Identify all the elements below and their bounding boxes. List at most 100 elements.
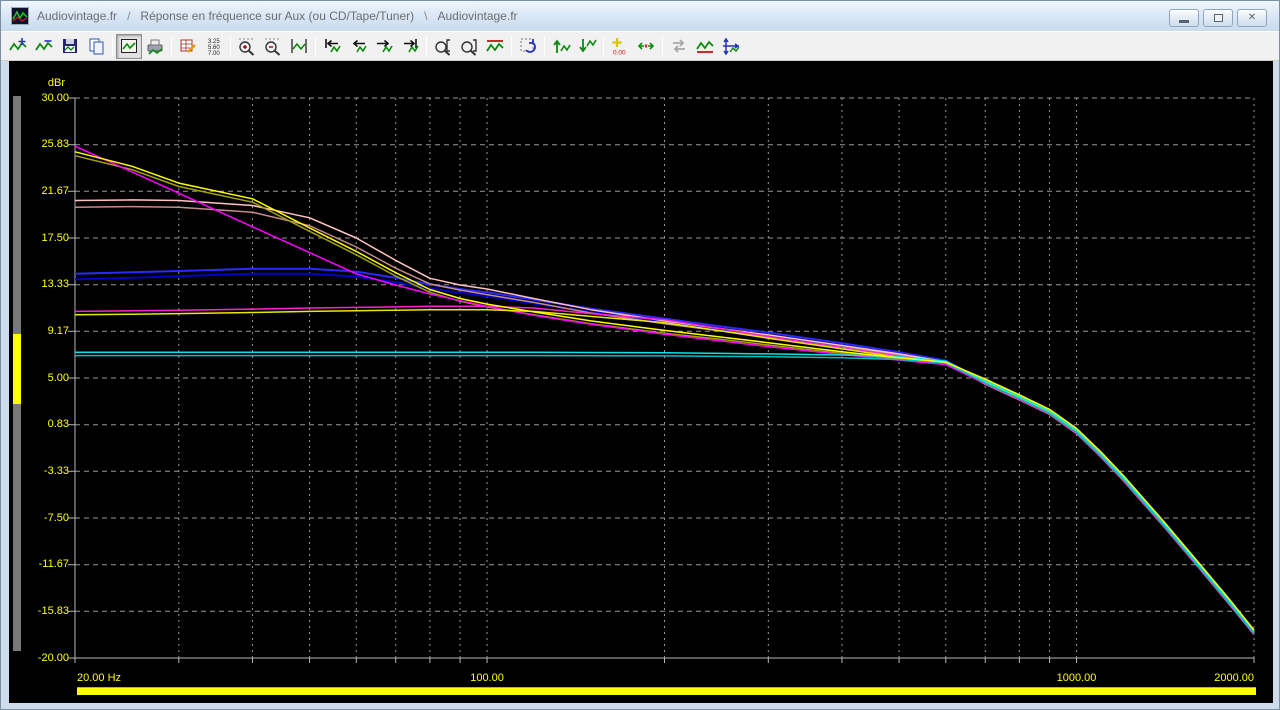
frequency-response-chart[interactable] (9, 61, 1273, 703)
go-next-icon (374, 36, 394, 56)
y-tick-label: -15.83 (9, 605, 69, 618)
title-bar[interactable]: Audiovintage.fr / Réponse en fréquence sur… (1, 1, 1279, 31)
baseline-curve-icon (695, 36, 715, 56)
plot-area[interactable]: dBr 30.0025.8321.6717.5013.339.175.000.8… (9, 61, 1273, 703)
save-curve-icon (60, 36, 80, 56)
show-graph-icon (119, 36, 139, 56)
close-button[interactable]: ✕ (1237, 9, 1267, 27)
shift-curve-up-icon (551, 36, 571, 56)
subtract-curve-icon (34, 36, 54, 56)
title-part-middle: Réponse en fréquence sur Aux (ou CD/Tape… (140, 9, 414, 23)
caption-buttons: ✕ (1169, 9, 1267, 27)
split-curves-icon (636, 36, 656, 56)
y-tick-label: 17.50 (9, 232, 69, 245)
shift-curve-down-icon (577, 36, 597, 56)
svg-text:0.00: 0.00 (613, 50, 626, 57)
title-separator-2: \ (424, 9, 427, 23)
split-curves-button[interactable] (633, 34, 659, 59)
x-tick-label: 2000.00 (1214, 672, 1254, 684)
app-icon (11, 7, 29, 25)
close-icon: ✕ (1248, 13, 1256, 23)
subtract-curve-button[interactable] (31, 34, 57, 59)
show-graph-button[interactable] (116, 34, 142, 59)
go-last-icon (400, 36, 420, 56)
add-offset-icon: 0.00 (610, 36, 630, 56)
y-tick-label: 5.00 (9, 372, 69, 385)
title-part-right: Audiovintage.fr (437, 9, 517, 23)
x-tick-label: 1000.00 (1057, 672, 1097, 684)
client-area: dBr 30.0025.8321.6717.5013.339.175.000.8… (1, 61, 1279, 709)
fit-curve-button[interactable] (286, 34, 312, 59)
zoom-select-right-icon (459, 36, 479, 56)
curve-bass-max-yellow (75, 152, 1254, 630)
edit-values-button[interactable] (175, 34, 201, 59)
go-first-icon (322, 36, 342, 56)
y-tick-label: 0.83 (9, 418, 69, 431)
edit-values-icon (178, 36, 198, 56)
baseline-curve-button[interactable] (692, 34, 718, 59)
minimize-icon (1179, 20, 1189, 23)
axis-settings-icon (721, 36, 741, 56)
toolbar-separator (426, 36, 427, 56)
zoom-in-horizontal-button[interactable] (234, 34, 260, 59)
y-tick-label: 30.00 (9, 92, 69, 105)
zoom-select-left-icon (433, 36, 453, 56)
print-graph-button[interactable] (142, 34, 168, 59)
shift-curve-up-button[interactable] (548, 34, 574, 59)
save-curve-button[interactable] (57, 34, 83, 59)
title-separator-1: / (127, 9, 130, 23)
minimize-button[interactable] (1169, 9, 1199, 27)
app-window: Audiovintage.fr / Réponse en fréquence sur… (0, 0, 1280, 710)
y-tick-label: -3.33 (9, 465, 69, 478)
add-offset-button[interactable]: 0.00 (607, 34, 633, 59)
zoom-select-right-button[interactable] (456, 34, 482, 59)
zoom-out-horizontal-button[interactable] (260, 34, 286, 59)
rotate-selection-icon (518, 36, 538, 56)
go-previous-icon (348, 36, 368, 56)
value-list-icon: 3.255.607.00 (204, 36, 224, 56)
title-part-left: Audiovintage.fr (37, 9, 117, 23)
y-axis-unit-label: dBr (9, 77, 65, 89)
rotate-selection-button[interactable] (515, 34, 541, 59)
add-curve-button[interactable] (5, 34, 31, 59)
copy-curve-icon (86, 36, 106, 56)
restore-icon (1214, 14, 1223, 22)
y-tick-label: 21.67 (9, 185, 69, 198)
go-last-button[interactable] (397, 34, 423, 59)
toolbar-separator (315, 36, 316, 56)
x-tick-label: 100.00 (470, 672, 504, 684)
zoom-select-left-button[interactable] (430, 34, 456, 59)
zoom-out-horizontal-icon (263, 36, 283, 56)
shift-curve-down-button[interactable] (574, 34, 600, 59)
toolbar-separator (112, 36, 113, 56)
window-title: Audiovintage.fr / Réponse en fréquence sur… (37, 9, 518, 23)
value-list-button[interactable]: 3.255.607.00 (201, 34, 227, 59)
y-tick-label: 9.17 (9, 325, 69, 338)
toolbar-separator (662, 36, 663, 56)
swap-curves-icon (669, 36, 689, 56)
copy-curve-button[interactable] (83, 34, 109, 59)
y-tick-label: -20.00 (9, 652, 69, 665)
go-next-button[interactable] (371, 34, 397, 59)
axis-settings-button[interactable] (718, 34, 744, 59)
go-first-button[interactable] (319, 34, 345, 59)
curve-overline-button[interactable] (482, 34, 508, 59)
fit-curve-icon (289, 36, 309, 56)
y-tick-label: -7.50 (9, 512, 69, 525)
toolbar-separator (230, 36, 231, 56)
app-waveform-icon (12, 8, 28, 24)
toolbar-separator (603, 36, 604, 56)
toolbar-separator (171, 36, 172, 56)
y-tick-label: 13.33 (9, 278, 69, 291)
zoom-in-horizontal-icon (237, 36, 257, 56)
swap-curves-button[interactable] (666, 34, 692, 59)
print-graph-icon (145, 36, 165, 56)
svg-text:7.00: 7.00 (208, 51, 220, 56)
toolbar-separator (544, 36, 545, 56)
go-previous-button[interactable] (345, 34, 371, 59)
add-curve-icon (8, 36, 28, 56)
horizontal-range-indicator[interactable] (77, 687, 1256, 695)
restore-button[interactable] (1203, 9, 1233, 27)
toolbar-separator (511, 36, 512, 56)
curve-bass-high-pink-rosy (75, 207, 1254, 635)
